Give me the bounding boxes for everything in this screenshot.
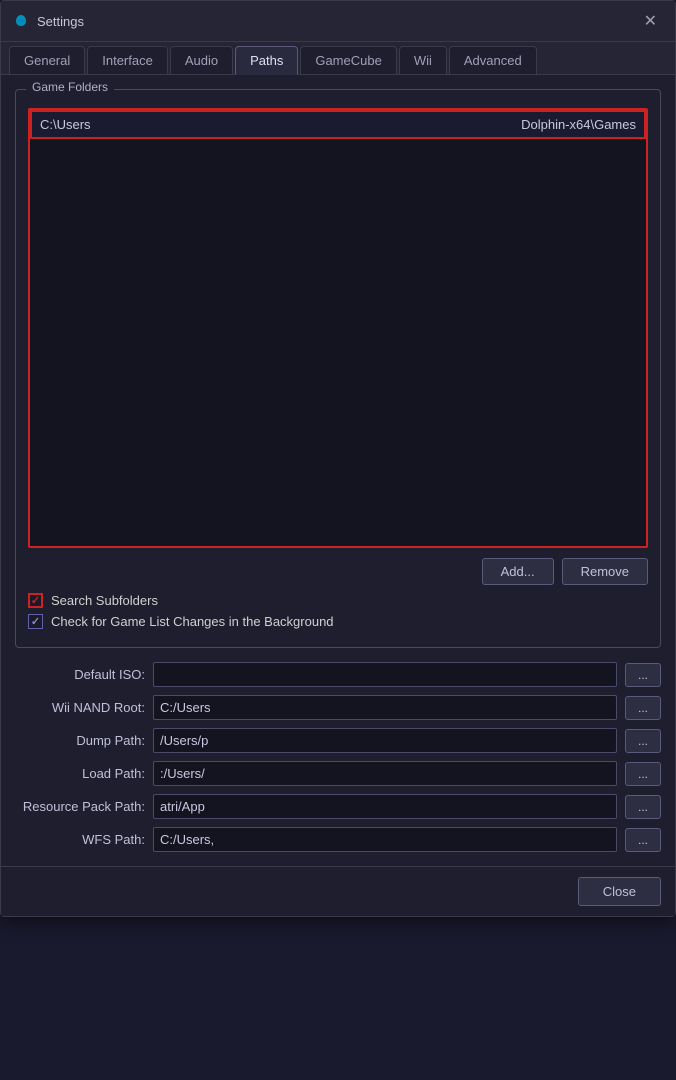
close-button[interactable]: Close — [578, 877, 661, 906]
load-path-browse-button[interactable]: ... — [625, 762, 661, 786]
wfs-path-row: WFS Path: ... — [15, 827, 661, 852]
wfs-path-label: WFS Path: — [15, 832, 145, 847]
folder-list-item[interactable]: C:\Users Dolphin-x64\Games — [30, 110, 646, 139]
wii-nand-label: Wii NAND Root: — [15, 700, 145, 715]
bottom-bar: Close — [1, 866, 675, 916]
resource-pack-input[interactable] — [153, 794, 617, 819]
check-gamelist-row[interactable]: Check for Game List Changes in the Backg… — [28, 614, 648, 629]
wii-nand-browse-button[interactable]: ... — [625, 696, 661, 720]
wfs-path-browse-button[interactable]: ... — [625, 828, 661, 852]
resource-pack-browse-button[interactable]: ... — [625, 795, 661, 819]
wii-nand-row: Wii NAND Root: ... — [15, 695, 661, 720]
add-folder-button[interactable]: Add... — [482, 558, 554, 585]
default-iso-row: Default ISO: ... — [15, 662, 661, 687]
dump-path-browse-button[interactable]: ... — [625, 729, 661, 753]
wii-nand-input[interactable] — [153, 695, 617, 720]
search-subfolders-label: Search Subfolders — [51, 593, 158, 608]
default-iso-label: Default ISO: — [15, 667, 145, 682]
folder-buttons-row: Add... Remove — [28, 558, 648, 585]
game-folders-title: Game Folders — [26, 80, 114, 94]
dump-path-input[interactable] — [153, 728, 617, 753]
content-area: Game Folders C:\Users Dolphin-x64\Games … — [1, 75, 675, 866]
settings-window: Settings ✕ General Interface Audio Paths… — [0, 0, 676, 917]
load-path-row: Load Path: ... — [15, 761, 661, 786]
tab-general[interactable]: General — [9, 46, 85, 74]
game-folders-list[interactable]: C:\Users Dolphin-x64\Games — [28, 108, 648, 548]
tab-wii[interactable]: Wii — [399, 46, 447, 74]
app-icon — [13, 13, 29, 29]
search-subfolders-row[interactable]: Search Subfolders — [28, 593, 648, 608]
dump-path-row: Dump Path: ... — [15, 728, 661, 753]
dump-path-label: Dump Path: — [15, 733, 145, 748]
folder-path-left: C:\Users — [40, 117, 91, 132]
window-title: Settings — [37, 14, 84, 29]
tab-interface[interactable]: Interface — [87, 46, 168, 74]
tab-audio[interactable]: Audio — [170, 46, 233, 74]
remove-folder-button[interactable]: Remove — [562, 558, 648, 585]
load-path-input[interactable] — [153, 761, 617, 786]
tab-paths[interactable]: Paths — [235, 46, 298, 75]
check-gamelist-checkbox[interactable] — [28, 614, 43, 629]
check-gamelist-label: Check for Game List Changes in the Backg… — [51, 614, 334, 629]
search-subfolders-checkbox[interactable] — [28, 593, 43, 608]
resource-pack-label: Resource Pack Path: — [15, 799, 145, 814]
game-folders-group: Game Folders C:\Users Dolphin-x64\Games … — [15, 89, 661, 648]
title-bar: Settings ✕ — [1, 1, 675, 42]
window-close-button[interactable]: ✕ — [638, 9, 663, 33]
tab-bar: General Interface Audio Paths GameCube W… — [1, 42, 675, 75]
title-bar-left: Settings — [13, 13, 84, 29]
tab-advanced[interactable]: Advanced — [449, 46, 537, 74]
default-iso-browse-button[interactable]: ... — [625, 663, 661, 687]
folder-path-right: Dolphin-x64\Games — [521, 117, 636, 132]
load-path-label: Load Path: — [15, 766, 145, 781]
path-settings-area: Default ISO: ... Wii NAND Root: ... Dump… — [15, 662, 661, 852]
default-iso-input[interactable] — [153, 662, 617, 687]
tab-gamecube[interactable]: GameCube — [300, 46, 396, 74]
resource-pack-row: Resource Pack Path: ... — [15, 794, 661, 819]
wfs-path-input[interactable] — [153, 827, 617, 852]
